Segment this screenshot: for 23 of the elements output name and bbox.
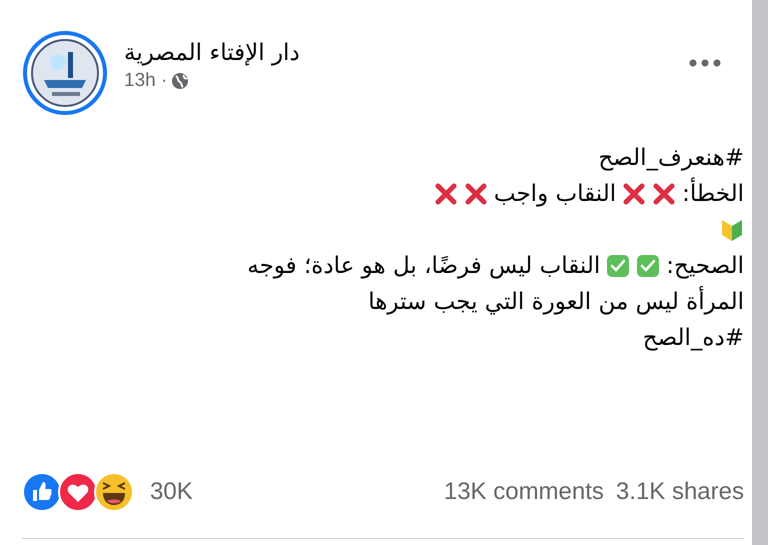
scrollbar[interactable]: [752, 0, 768, 545]
cross-icon: [652, 182, 676, 206]
cross-icon: [434, 182, 458, 206]
post-text: الصحيح:: [666, 253, 744, 279]
checkmark-icon: [606, 254, 630, 278]
globe-icon: [171, 72, 190, 90]
like-icon[interactable]: [22, 472, 62, 512]
shares-count[interactable]: 3.1K shares: [616, 478, 744, 506]
checkmark-icon: [636, 254, 660, 278]
shield-icon: [720, 218, 744, 242]
avatar[interactable]: [22, 30, 108, 116]
post-text: النقاب واجب: [494, 181, 616, 207]
page-name[interactable]: دار الإفتاء المصرية: [124, 40, 300, 66]
post-text: #ده_الصح: [642, 325, 744, 351]
laughing-face-icon[interactable]: [94, 472, 134, 512]
post-text: #هنعرف_الصح: [598, 145, 744, 171]
cross-icon: [464, 182, 488, 206]
reaction-count[interactable]: 30K: [150, 478, 444, 506]
post-text: النقاب ليس فرضًا، بل هو عادة؛ فوجه: [247, 253, 600, 279]
cross-icon: [622, 182, 646, 206]
post-time[interactable]: 13h ·: [124, 70, 168, 92]
more-icon[interactable]: [688, 58, 722, 68]
comments-count[interactable]: 13K comments: [444, 478, 604, 506]
